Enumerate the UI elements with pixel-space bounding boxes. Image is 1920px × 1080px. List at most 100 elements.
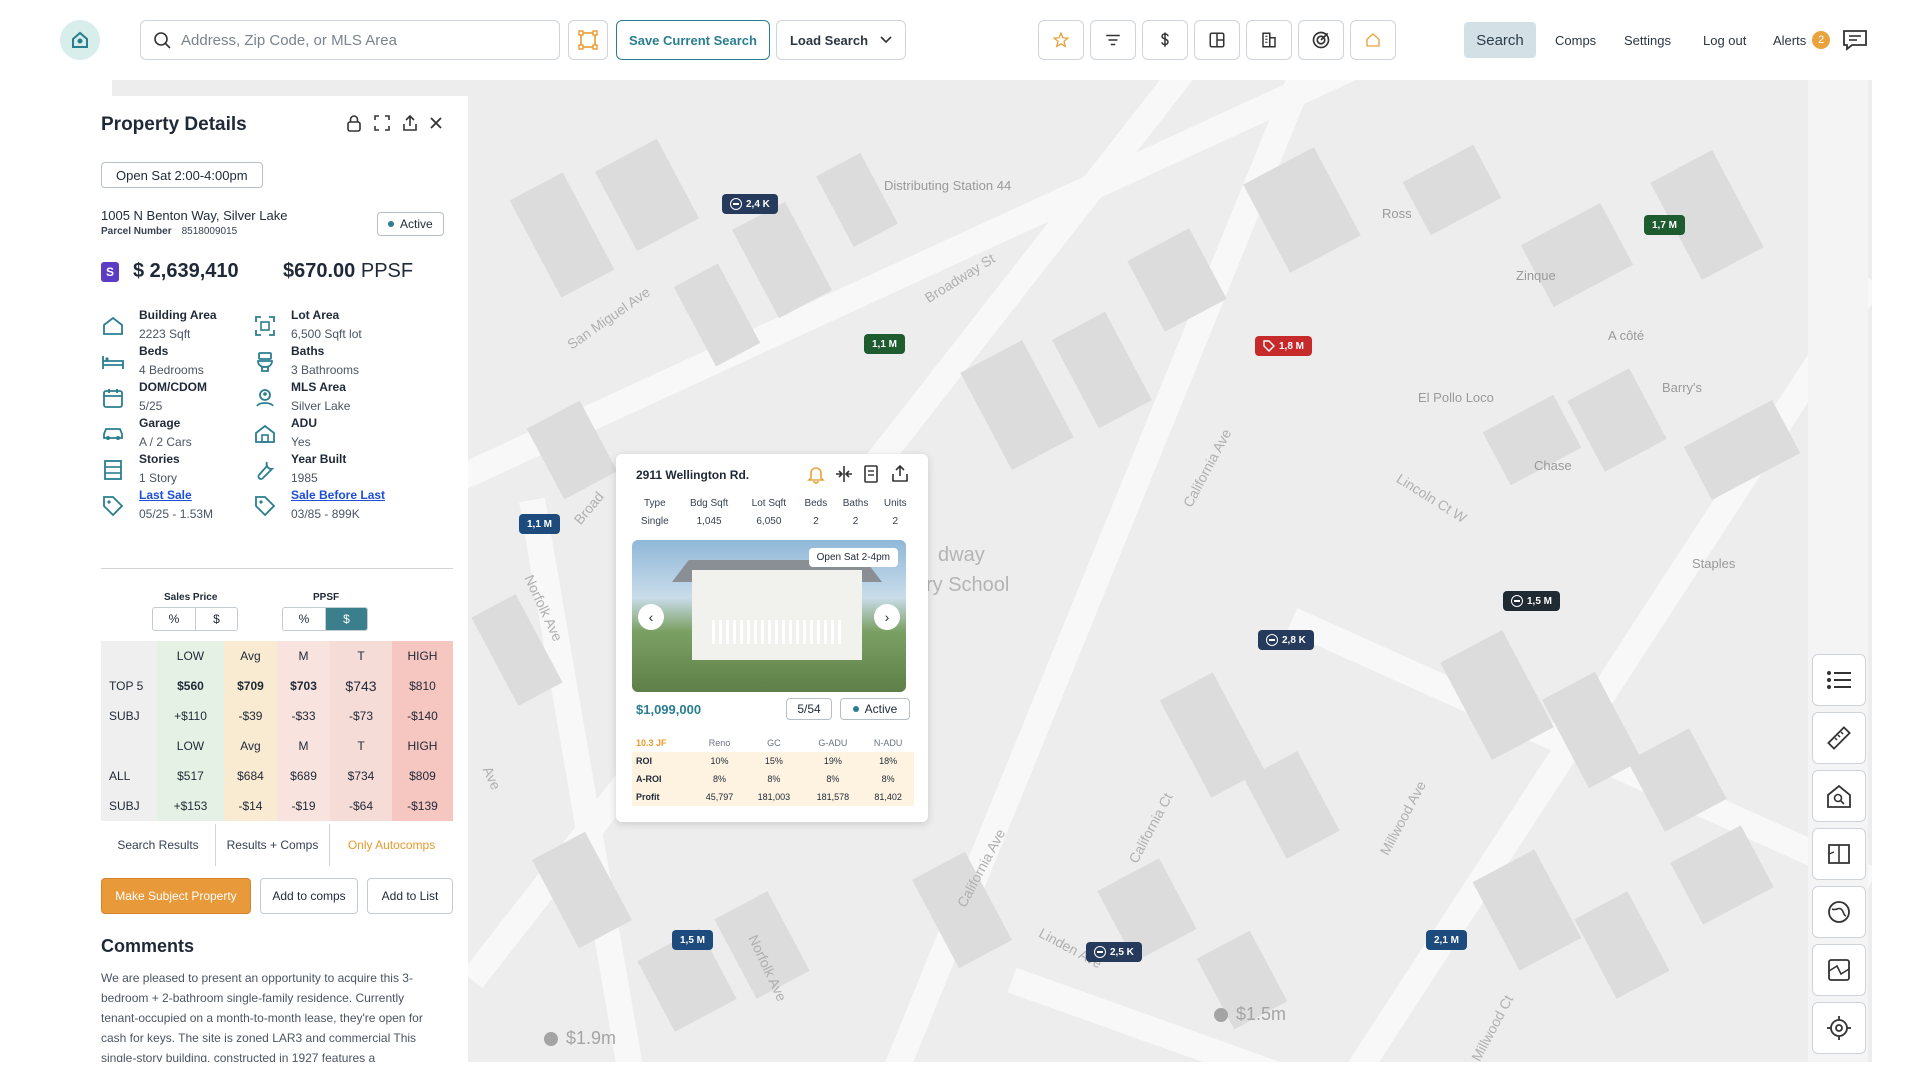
save-current-search-button[interactable]: Save Current Search [616, 20, 770, 60]
tag-icon [1263, 340, 1275, 352]
status-badge: Active [377, 212, 444, 236]
notes-icon[interactable] [862, 464, 882, 484]
roi-cell: 45,797 [694, 788, 745, 806]
list-icon [1827, 671, 1851, 689]
listing-popup-card[interactable]: 2911 Wellington Rd. Type Bdg Sqft Lot Sq… [616, 454, 928, 822]
lock-icon[interactable] [345, 114, 363, 132]
search-icon [154, 32, 171, 49]
draw-area-button[interactable] [568, 20, 608, 60]
stats-header: LOW [157, 641, 224, 671]
spec-header: Lot Sqft [751, 497, 787, 509]
sales-price-toggle[interactable]: % $ [152, 607, 238, 631]
roi-cell: 18% [862, 752, 914, 770]
share-icon[interactable] [401, 114, 419, 132]
share-icon[interactable] [890, 464, 910, 484]
nav-settings[interactable]: Settings [1624, 22, 1671, 58]
parcel-value: 8518009015 [181, 226, 238, 237]
map-price-marker[interactable]: 1,7 M [1644, 215, 1686, 235]
load-search-dropdown[interactable]: Load Search [776, 20, 906, 60]
listing-status-text: Active [864, 702, 898, 716]
close-icon[interactable] [429, 116, 443, 130]
add-to-list-button[interactable]: Add to List [367, 878, 453, 914]
house-search-button[interactable] [1812, 770, 1866, 822]
map-price-marker[interactable]: 1,8 M [1255, 336, 1313, 356]
map-price-marker[interactable]: 1,1 M [864, 334, 906, 354]
listing-address: 2911 Wellington Rd. [636, 468, 750, 482]
toggle-dollar[interactable]: $ [325, 608, 367, 630]
tab-only-autocomps[interactable]: Only Autocomps [329, 824, 453, 866]
last-sale-link[interactable]: Last Sale [139, 488, 192, 502]
detail-building-area: Building Area 2223 Sqft [101, 308, 261, 348]
stories-icon [104, 460, 122, 480]
stats-cell: -$39 [223, 701, 277, 731]
nav-comps[interactable]: Comps [1555, 22, 1596, 58]
alerts-label: Alerts [1773, 32, 1807, 48]
address-search-box[interactable] [140, 20, 560, 60]
map-price-marker[interactable]: 1,1 M [519, 514, 561, 534]
stats-row: SUBJ +$153 -$14 -$19 -$64 -$139 [101, 791, 453, 821]
map-layers-button[interactable] [1812, 828, 1866, 880]
stats-header: Avg [223, 731, 277, 761]
bed-icon [102, 356, 124, 369]
panel-title: Property Details [101, 114, 247, 135]
nav-logout[interactable]: Log out [1703, 22, 1746, 58]
map-price-marker[interactable]: 2,5 K [1086, 942, 1142, 962]
building-button[interactable] [1246, 20, 1292, 60]
stats-cell: -$140 [391, 701, 453, 731]
compare-icon[interactable] [834, 464, 854, 484]
map-price-marker[interactable]: 1,5 M [672, 930, 714, 950]
stats-cell: -$33 [277, 701, 331, 731]
add-to-comps-button[interactable]: Add to comps [260, 878, 358, 914]
stats-header: M [277, 731, 331, 761]
photo-next-button[interactable]: › [874, 604, 900, 630]
poi-label: ry School [926, 574, 1010, 596]
layout-button[interactable] [1194, 20, 1240, 60]
sale-before-last-link[interactable]: Sale Before Last [291, 488, 385, 502]
map-price-marker[interactable]: 2,8 K [1258, 630, 1314, 650]
listing-photo[interactable]: Open Sat 2-4pm ‹ › [632, 540, 906, 692]
map-price-marker[interactable]: 2,4 K [722, 194, 778, 214]
price-button[interactable] [1142, 20, 1188, 60]
load-search-label: Load Search [789, 32, 869, 48]
detail-value: 3 Bathrooms [291, 363, 360, 377]
locate-me-button[interactable] [1812, 1002, 1866, 1054]
roi-cell: 8% [803, 770, 863, 788]
tab-results-comps[interactable]: Results + Comps [215, 824, 329, 866]
detail-value: 4 Bedrooms [139, 363, 204, 377]
globe-button[interactable] [1812, 886, 1866, 938]
measure-button[interactable] [1812, 712, 1866, 764]
toggle-percent[interactable]: % [283, 608, 325, 630]
toggle-dollar[interactable]: $ [195, 608, 237, 630]
photo-prev-button[interactable]: ‹ [638, 604, 664, 630]
detail-label: ADU [291, 416, 317, 430]
property-price: $ 2,639,410 [133, 260, 239, 282]
favorites-button[interactable] [1038, 20, 1084, 60]
nav-alerts[interactable]: Alerts 2 [1773, 22, 1831, 58]
roi-cell: 181,578 [803, 788, 863, 806]
filter-button[interactable] [1090, 20, 1136, 60]
map-price-marker[interactable]: 2,1 M [1426, 930, 1468, 950]
stats-header: M [277, 641, 331, 671]
draw-area-tool-button[interactable] [1812, 944, 1866, 996]
status-dot-icon [852, 706, 859, 712]
detail-adu: ADU Yes [253, 416, 413, 456]
list-view-button[interactable] [1812, 654, 1866, 706]
toggle-percent[interactable]: % [153, 608, 195, 630]
home-filter-button[interactable] [1350, 20, 1396, 60]
target-button[interactable] [1298, 20, 1344, 60]
make-subject-property-button[interactable]: Make Subject Property [101, 878, 251, 914]
page-bottom-strip [0, 1062, 1920, 1080]
app-logo-icon[interactable] [60, 20, 100, 60]
bell-icon[interactable] [806, 464, 826, 484]
expand-icon[interactable] [373, 114, 391, 132]
spec-header: Type [643, 497, 666, 509]
stats-header: Avg [223, 641, 277, 671]
poi-label: A côté [1608, 328, 1645, 343]
nav-search[interactable]: Search [1464, 22, 1536, 58]
chat-icon[interactable] [1842, 28, 1868, 57]
tab-search-results[interactable]: Search Results [101, 824, 215, 866]
ppsf-toggle[interactable]: % $ [282, 607, 368, 631]
search-input[interactable] [181, 31, 541, 49]
roi-header: G-ADU [803, 734, 863, 752]
map-price-marker[interactable]: 1,5 M [1503, 591, 1561, 611]
